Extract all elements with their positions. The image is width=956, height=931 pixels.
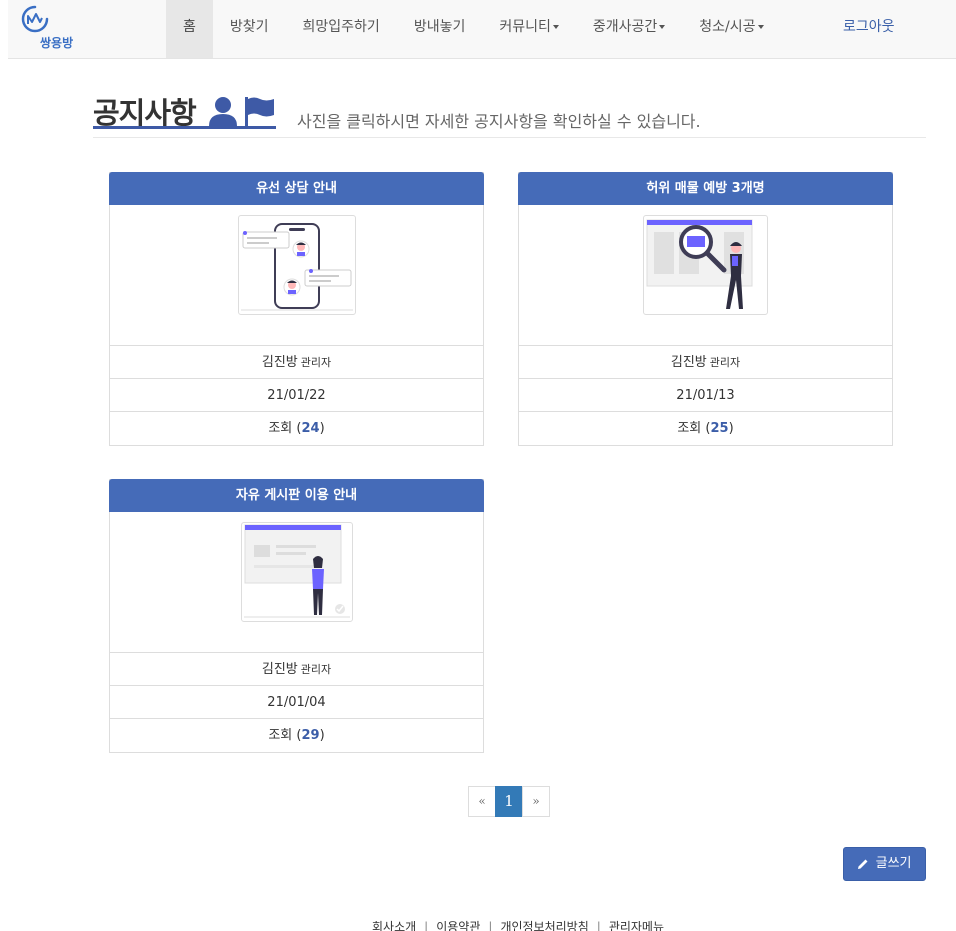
nav-label: 희망입주하기	[302, 19, 380, 35]
nav-label: 청소/시공	[699, 19, 756, 35]
notice-author: 김진방 관리자	[519, 346, 892, 379]
views-label: 조회	[677, 421, 702, 436]
nav-item-community[interactable]: 커뮤니티	[482, 0, 576, 58]
views-count: 24	[301, 421, 320, 436]
views-count: 25	[710, 421, 729, 436]
pagination: « 1 »	[468, 786, 550, 817]
write-button[interactable]: 글쓰기	[843, 847, 926, 881]
notice-author: 김진방 관리자	[110, 653, 483, 686]
views-count: 29	[301, 728, 320, 743]
person-board-illustration[interactable]	[241, 522, 353, 622]
notice-title[interactable]: 유선 상담 안내	[109, 172, 484, 205]
notice-image-area	[110, 512, 483, 653]
caret-down-icon	[659, 25, 666, 29]
author-role: 관리자	[300, 663, 332, 676]
notice-views: 조회 (25)	[677, 421, 734, 436]
nav-label: 커뮤니티	[499, 19, 551, 35]
notice-views: 조회 (24)	[268, 421, 325, 436]
house-logo-icon	[21, 5, 49, 33]
author-name: 김진방	[261, 662, 298, 677]
author-role: 관리자	[300, 356, 332, 369]
nav-item-home[interactable]: 홈	[166, 0, 213, 58]
notice-title[interactable]: 자유 게시판 이용 안내	[109, 479, 484, 512]
notice-date: 21/01/22	[110, 379, 483, 412]
footer-links: 회사소개 | 이용약관 | 개인정보처리방침 | 관리자메뉴	[372, 918, 664, 931]
user-icon	[209, 97, 237, 126]
main-menu: 홈 방찾기 희망입주하기 방내놓기 커뮤니티 중개사공간 청소/시공	[166, 0, 781, 58]
caret-down-icon	[757, 25, 764, 29]
brand-name: 쌍용방	[40, 36, 74, 50]
author-name: 김진방	[261, 355, 298, 370]
nav-item-find-room[interactable]: 방찾기	[213, 0, 286, 58]
notice-title[interactable]: 허위 매물 예방 3개명	[518, 172, 893, 205]
author-name: 김진방	[670, 355, 707, 370]
caret-down-icon	[552, 25, 559, 29]
nav-item-agent-space[interactable]: 중개사공간	[576, 0, 682, 58]
nav-item-list-room[interactable]: 방내놓기	[397, 0, 483, 58]
footer-link-terms[interactable]: 이용약관	[436, 920, 480, 931]
nav-item-wish-move-in[interactable]: 희망입주하기	[286, 0, 397, 58]
notice-card: 허위 매물 예방 3개명 김진방 관리자 21/01/13 조회 (25)	[518, 172, 893, 446]
nav-label: 홈	[183, 19, 196, 35]
nav-label: 방찾기	[229, 19, 269, 35]
notice-views: 조회 (29)	[268, 728, 325, 743]
author-role: 관리자	[709, 356, 741, 369]
notice-date: 21/01/04	[110, 686, 483, 719]
footer-separator: |	[488, 920, 493, 931]
footer-link-about[interactable]: 회사소개	[372, 920, 416, 931]
nav-item-cleaning[interactable]: 청소/시공	[682, 0, 780, 58]
footer-link-admin[interactable]: 관리자메뉴	[609, 920, 664, 931]
views-label: 조회	[268, 728, 293, 743]
footer-separator: |	[596, 920, 601, 931]
views-label: 조회	[268, 421, 293, 436]
nav-label: 중개사공간	[592, 19, 658, 35]
page-header: 공지사항 사진을 클릭하시면 자세한 공지사항을 확인하실 수 있습니다.	[93, 88, 926, 138]
page-subtitle: 사진을 클릭하시면 자세한 공지사항을 확인하실 수 있습니다.	[297, 112, 701, 131]
notice-author: 김진방 관리자	[110, 346, 483, 379]
prev-page-button[interactable]: «	[468, 786, 496, 817]
write-button-label: 글쓰기	[875, 856, 912, 871]
top-navbar: 쌍용방 홈 방찾기 희망입주하기 방내놓기 커뮤니티 중개사공간 청소/시공 로…	[8, 0, 956, 59]
phone-chat-illustration[interactable]	[238, 215, 356, 315]
nav-label: 방내놓기	[413, 19, 466, 35]
next-page-button[interactable]: »	[522, 786, 550, 817]
notice-image-area	[519, 205, 892, 346]
footer-separator: |	[424, 920, 429, 931]
pencil-icon	[858, 859, 868, 869]
page-1-button[interactable]: 1	[495, 786, 523, 817]
notice-image-area	[110, 205, 483, 346]
notice-card: 자유 게시판 이용 안내 김진방 관리자 21/01/04 조회 (29)	[109, 479, 484, 753]
brand-logo[interactable]: 쌍용방	[20, 4, 84, 52]
magnifier-search-illustration[interactable]	[643, 215, 768, 315]
notice-card: 유선 상담 안내 김진방 관리자 21/01/22 조회 (24)	[109, 172, 484, 446]
title-underline	[93, 126, 276, 129]
footer-link-privacy[interactable]: 개인정보처리방침	[500, 920, 588, 931]
notice-date: 21/01/13	[519, 379, 892, 412]
logout-link[interactable]: 로그아웃	[843, 0, 895, 58]
flag-icon	[245, 97, 274, 126]
